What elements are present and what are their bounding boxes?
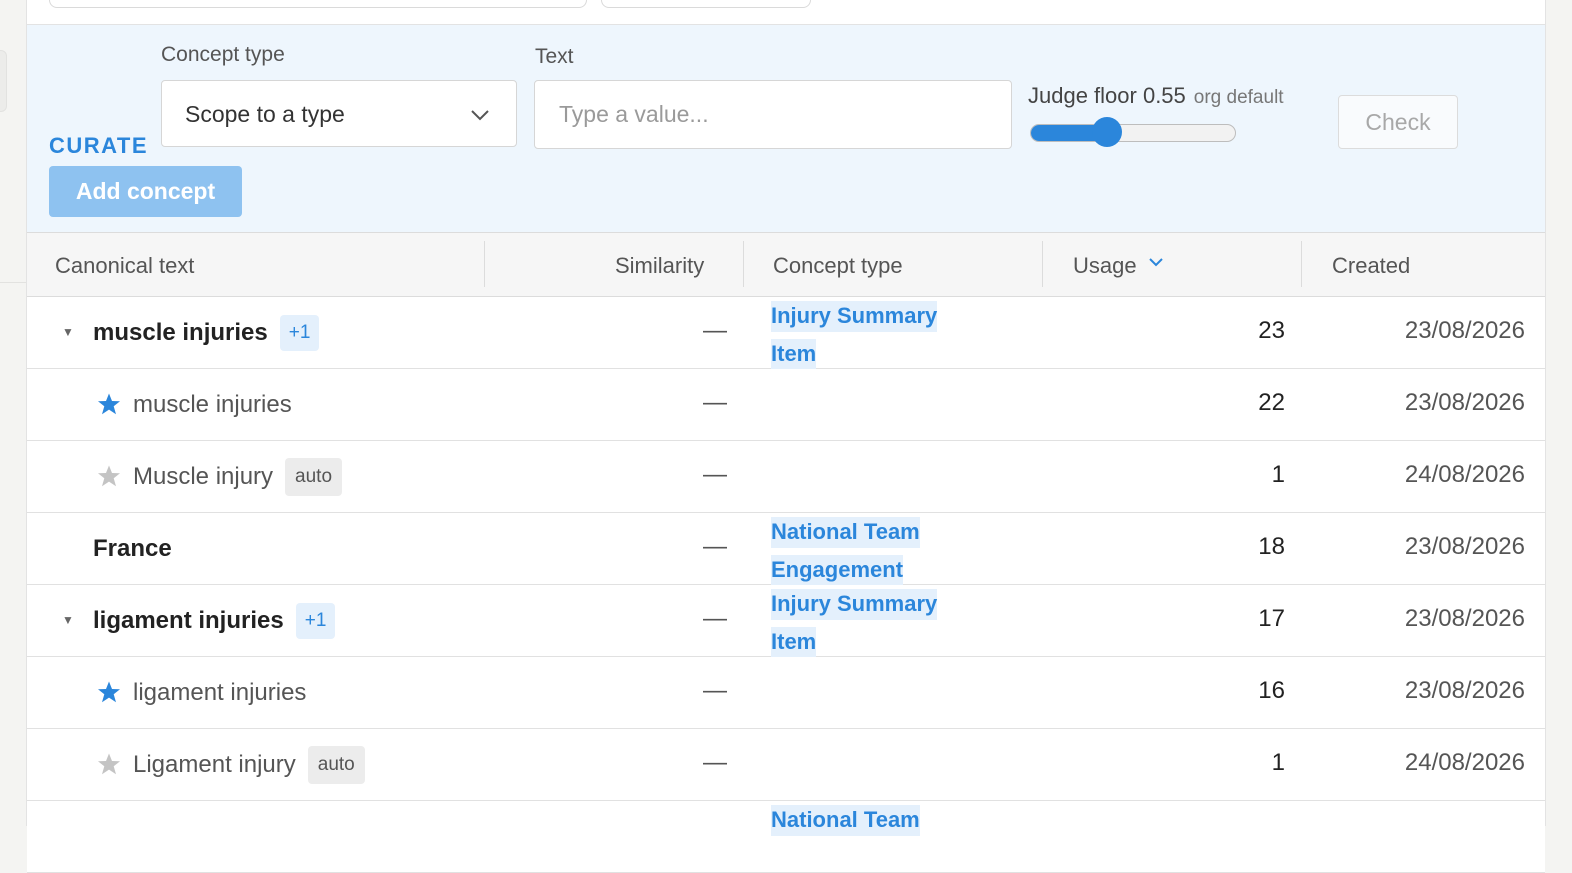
column-resizer[interactable]	[1301, 241, 1302, 287]
header-created[interactable]: Created	[1332, 253, 1410, 279]
sort-desc-icon	[1148, 258, 1163, 267]
chevron-down-icon	[471, 110, 489, 121]
created-date: 24/08/2026	[1404, 749, 1525, 776]
judge-floor-text: Judge floor 0.55	[1028, 83, 1186, 108]
alias-cell: Ligament injury auto	[133, 729, 365, 800]
column-resizer[interactable]	[1042, 241, 1043, 287]
concept-type-tag[interactable]: Injury Summary Item	[771, 297, 971, 373]
usage-count: 22	[1258, 389, 1285, 416]
concept-type-tag-line1: Injury Summary	[771, 589, 938, 620]
table-row[interactable]: ligament injuries — 16 23/08/2026	[27, 657, 1545, 729]
canonical-cell: France	[93, 513, 172, 584]
expand-caret-icon[interactable]: ▼	[62, 325, 74, 339]
concept-type-tag-line1: National Team	[771, 517, 920, 548]
similarity-value: —	[703, 389, 727, 416]
alias-text: Ligament injury	[133, 750, 296, 778]
column-resizer[interactable]	[743, 241, 744, 287]
alias-cell: ligament injuries	[133, 657, 306, 728]
similarity-value: —	[703, 749, 727, 776]
table-body: ▼ muscle injuries +1 — Injury Summary Item 23 2…	[27, 297, 1545, 873]
star-filled-icon[interactable]	[97, 680, 121, 704]
table-row[interactable]: Muscle injury auto — 1 24/08/2026	[27, 441, 1545, 513]
header-usage-label: Usage	[1073, 253, 1137, 278]
header-usage[interactable]: Usage	[1073, 253, 1163, 279]
filter-select[interactable]	[601, 0, 811, 8]
canonical-cell: muscle injuries +1	[93, 297, 320, 368]
judge-floor-sub: org default	[1193, 87, 1284, 108]
curate-bar: CURATE Concept type Scope to a type Text…	[27, 25, 1545, 233]
created-date: 23/08/2026	[1404, 533, 1525, 560]
star-outline-icon[interactable]	[97, 464, 121, 488]
similarity-value: —	[703, 605, 727, 632]
created-date: 23/08/2026	[1404, 317, 1525, 344]
similarity-value: —	[703, 461, 727, 488]
usage-count: 18	[1258, 533, 1285, 560]
created-date: 23/08/2026	[1404, 677, 1525, 704]
usage-count: 23	[1258, 317, 1285, 344]
concept-type-tag-line2: Engagement	[771, 555, 904, 586]
usage-count: 17	[1258, 605, 1285, 632]
concept-type-select[interactable]: Scope to a type	[161, 80, 517, 147]
judge-floor-slider[interactable]	[1030, 117, 1236, 147]
table-row[interactable]: ▼ ligament injuries +1 — Injury Summary Item 1…	[27, 585, 1545, 658]
text-label: Text	[535, 45, 574, 68]
gutter-divider	[0, 282, 26, 283]
concepts-panel: CURATE Concept type Scope to a type Text…	[26, 0, 1546, 873]
star-outline-icon[interactable]	[97, 752, 121, 776]
curate-label: CURATE	[49, 133, 149, 158]
auto-badge: auto	[307, 745, 365, 784]
alias-count-badge[interactable]: +1	[295, 602, 336, 639]
star-filled-icon[interactable]	[97, 392, 121, 416]
header-concept-type[interactable]: Concept type	[773, 253, 903, 279]
canonical-text: muscle injuries	[93, 318, 268, 346]
similarity-value: —	[703, 677, 727, 704]
check-button[interactable]: Check	[1338, 95, 1458, 149]
concept-type-tag-line1: National Team	[771, 805, 920, 836]
sidebar-collapse-handle[interactable]	[0, 50, 7, 112]
table-row[interactable]: National Team	[27, 801, 1545, 873]
canonical-text: France	[93, 534, 172, 562]
alias-cell: muscle injuries	[133, 369, 292, 440]
table-row[interactable]: ▼ muscle injuries +1 — Injury Summary Item 23 2…	[27, 297, 1545, 370]
table-header: Canonical text Similarity Concept type U…	[27, 233, 1545, 297]
judge-floor-label: Judge floor 0.55 org default	[1028, 83, 1284, 109]
table-row[interactable]: muscle injuries — 22 23/08/2026	[27, 369, 1545, 441]
column-resizer[interactable]	[484, 241, 485, 287]
alias-text: ligament injuries	[133, 678, 307, 706]
table-row[interactable]: France — National Team Engagement 18 23/08/20…	[27, 513, 1545, 586]
alias-text: Muscle injury	[133, 462, 274, 490]
search-filter-input[interactable]	[49, 0, 587, 8]
header-similarity[interactable]: Similarity	[615, 253, 704, 279]
created-date: 23/08/2026	[1404, 389, 1525, 416]
slider-thumb[interactable]	[1091, 117, 1122, 147]
concept-type-tag-line2: Item	[771, 627, 817, 658]
auto-badge: auto	[285, 457, 343, 496]
concept-type-tag[interactable]: National Team	[771, 801, 971, 839]
usage-count: 1	[1271, 461, 1285, 488]
concept-type-tag-line1: Injury Summary	[771, 301, 938, 332]
usage-count: 16	[1258, 677, 1285, 704]
concept-type-tag[interactable]: Injury Summary Item	[771, 585, 971, 661]
concept-type-label: Concept type	[161, 43, 285, 66]
alias-cell: Muscle injury auto	[133, 441, 343, 512]
table-row[interactable]: Ligament injury auto — 1 24/08/2026	[27, 729, 1545, 801]
created-date: 24/08/2026	[1404, 461, 1525, 488]
add-concept-button[interactable]: Add concept	[49, 166, 242, 217]
similarity-value: —	[703, 317, 727, 344]
usage-count: 1	[1271, 749, 1285, 776]
left-gutter	[0, 0, 26, 826]
alias-count-badge[interactable]: +1	[279, 314, 320, 351]
similarity-value: —	[703, 533, 727, 560]
concept-type-tag-line2: Item	[771, 339, 817, 370]
concept-type-tag[interactable]: National Team Engagement	[771, 513, 971, 589]
canonical-cell: ligament injuries +1	[93, 585, 336, 656]
canonical-text: ligament injuries	[93, 606, 284, 634]
expand-caret-icon[interactable]: ▼	[62, 613, 74, 627]
alias-text: muscle injuries	[133, 390, 292, 418]
concept-type-value: Scope to a type	[185, 101, 345, 127]
header-canonical-text[interactable]: Canonical text	[55, 253, 194, 279]
created-date: 23/08/2026	[1404, 605, 1525, 632]
text-input[interactable]	[534, 80, 1012, 149]
filter-strip	[27, 0, 1545, 25]
